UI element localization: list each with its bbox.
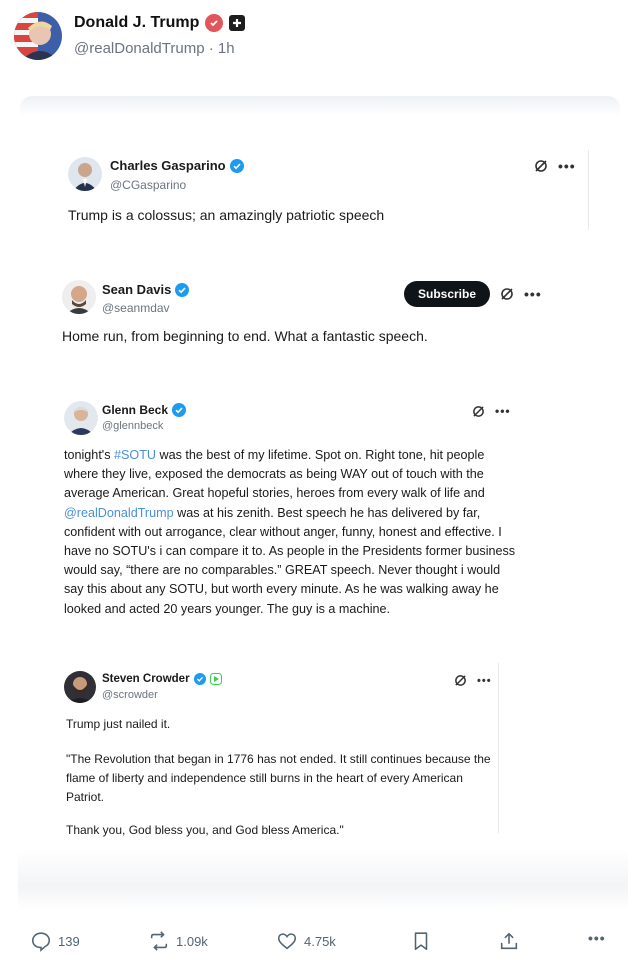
grok-icon: [501, 288, 513, 300]
user-name: Steven Crowder: [102, 673, 222, 685]
embed-bottom-shadow: [18, 850, 628, 910]
verified-badge-icon: [205, 14, 224, 32]
post-time[interactable]: 1h: [218, 40, 235, 57]
affiliate-badge-icon: [229, 15, 246, 31]
like-button[interactable]: 4.75k: [276, 930, 336, 952]
user-name: Charles Gasparino: [110, 158, 244, 173]
separator: ·: [208, 40, 218, 57]
more-options-icon: •••: [588, 930, 606, 946]
post-actions: •••: [534, 158, 576, 174]
user-handle: @CGasparino: [110, 178, 187, 192]
post-text: Home run, from beginning to end. What a …: [62, 328, 428, 344]
text-segment: was at his zenith. Best speech he has de…: [64, 505, 516, 616]
post-action-bar: 139 1.09k 4.75k •••: [0, 922, 640, 962]
reply-icon: [31, 932, 51, 952]
repost-count: 1.09k: [176, 933, 208, 949]
post-text-line-1: Trump just nailed it.: [66, 717, 171, 731]
more-icon: •••: [495, 404, 511, 418]
verified-icon: [175, 282, 190, 297]
repost-button[interactable]: 1.09k: [148, 930, 208, 952]
like-count: 4.75k: [304, 933, 336, 949]
post-text-quote: "The Revolution that began in 1776 has n…: [66, 752, 491, 804]
hashtag-link[interactable]: #SOTU: [114, 448, 156, 462]
avatar: [64, 671, 96, 703]
author-handle[interactable]: @realDonaldTrump: [74, 40, 205, 57]
text-segment: tonight's: [64, 448, 115, 462]
quoted-post-steven-crowder: Steven Crowder @scrowder ••• Trump just …: [18, 663, 626, 853]
post-text: Trump is a colossus; an amazingly patrio…: [68, 207, 385, 223]
embedded-image[interactable]: Charles Gasparino @CGasparino ••• Trump …: [18, 100, 626, 910]
verified-icon: [229, 158, 244, 173]
post-text-closing: Thank you, God bless you, and God bless …: [66, 823, 344, 837]
more-icon: •••: [524, 286, 542, 302]
bookmark-button[interactable]: [410, 930, 432, 952]
user-name-text: Steven Crowder: [102, 673, 190, 685]
post-actions: Subscribe •••: [404, 281, 542, 307]
avatar: [62, 280, 96, 314]
grok-icon: [455, 675, 466, 686]
author-avatar[interactable]: [14, 12, 62, 60]
mention-link[interactable]: @realDonaldTrump: [64, 506, 174, 520]
post-actions: •••: [454, 674, 492, 687]
heart-icon: [277, 933, 297, 950]
reply-button[interactable]: 139: [30, 930, 80, 952]
quoted-post-glenn-beck: Glenn Beck @glennbeck ••• tonight's #SOT…: [18, 395, 626, 645]
grok-icon: [535, 160, 547, 172]
post-actions: •••: [472, 404, 511, 418]
user-handle: @scrowder: [102, 689, 158, 701]
grok-icon: [473, 405, 484, 417]
share-button[interactable]: [498, 930, 520, 952]
post-header: Donald J. Trump @realDonaldTrump · 1h: [14, 12, 246, 60]
more-icon: •••: [477, 674, 492, 687]
post-text: tonight's #SOTU was the best of my lifet…: [64, 446, 516, 619]
quoted-post-gasparino: Charles Gasparino @CGasparino ••• Trump …: [18, 100, 626, 240]
repost-icon: [150, 931, 168, 951]
quoted-post-sean-davis: Sean Davis @seanmdav Subscribe ••• Home …: [18, 270, 626, 360]
author-name[interactable]: Donald J. Trump: [74, 14, 199, 32]
bookmark-icon: [414, 932, 428, 951]
avatar: [68, 157, 102, 191]
share-icon: [500, 932, 518, 950]
avatar: [64, 401, 98, 435]
user-name-text: Sean Davis: [102, 282, 172, 297]
more-options-button[interactable]: •••: [588, 930, 606, 946]
verified-icon: [172, 403, 187, 417]
verified-icon: [193, 673, 206, 685]
more-icon: •••: [558, 158, 576, 174]
user-handle: @seanmdav: [102, 301, 170, 315]
reply-count: 139: [58, 933, 80, 949]
subscribe-button[interactable]: Subscribe: [404, 281, 491, 307]
user-name: Glenn Beck: [102, 403, 187, 417]
divider: [498, 663, 499, 833]
user-name-text: Charles Gasparino: [110, 158, 226, 173]
user-handle: @glennbeck: [102, 420, 164, 432]
user-name: Sean Davis: [102, 282, 190, 297]
user-name-text: Glenn Beck: [102, 403, 169, 417]
divider: [588, 150, 589, 230]
play-badge-icon: [209, 673, 222, 685]
